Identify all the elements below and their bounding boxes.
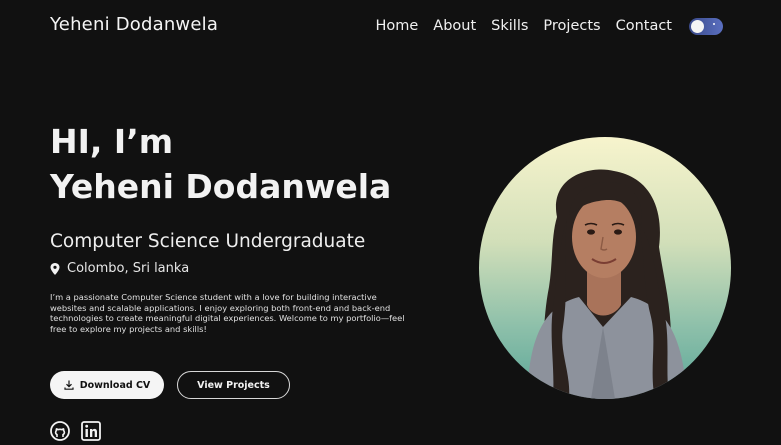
github-icon[interactable] [50,421,70,441]
view-projects-label: View Projects [197,379,270,391]
hero-role: Computer Science Undergraduate [50,231,366,252]
nav-link-contact[interactable]: Contact [616,18,672,34]
nav-link-projects[interactable]: Projects [543,18,600,34]
nav-link-home[interactable]: Home [375,18,418,34]
download-icon [64,380,74,390]
linkedin-icon[interactable] [81,421,101,441]
navbar: Yeheni Dodanwela Home About Skills Proje… [0,0,781,52]
map-pin-icon [50,262,60,275]
theme-toggle[interactable] [689,18,723,35]
portrait-illustration [527,169,687,399]
brand-name[interactable]: Yeheni Dodanwela [50,14,218,35]
social-links [50,421,112,441]
download-cv-button[interactable]: Download CV [50,371,164,399]
nav-link-about[interactable]: About [433,18,476,34]
profile-photo [479,137,731,399]
nav-link-skills[interactable]: Skills [491,18,528,34]
download-cv-label: Download CV [79,379,151,391]
location-text: Colombo, Sri lanka [67,261,190,276]
location: Colombo, Sri lanka [50,261,189,276]
hero-name: Yeheni Dodanwela [50,167,392,206]
hero-bio: I’m a passionate Computer Science studen… [50,292,405,334]
nav-links: Home About Skills Projects Contact [360,17,723,35]
star-icon [713,23,715,25]
view-projects-button[interactable]: View Projects [177,371,290,399]
toggle-knob [691,20,704,33]
hero-greeting: HI, I’m [50,122,174,161]
